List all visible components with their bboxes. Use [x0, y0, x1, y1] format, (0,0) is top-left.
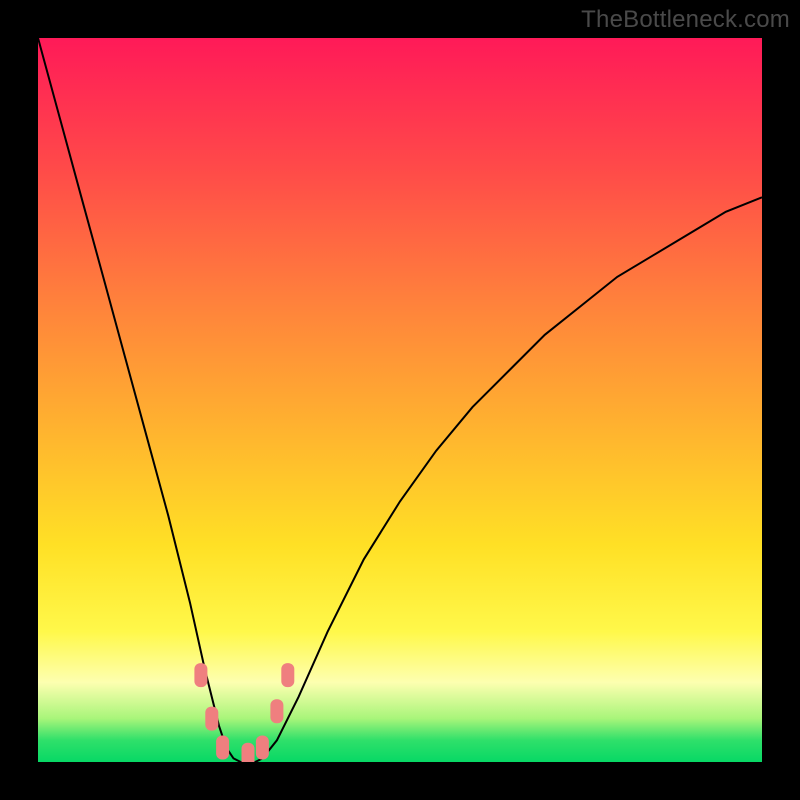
curve-overlay: [38, 38, 762, 762]
trough-marker: [242, 743, 255, 762]
trough-marker: [256, 736, 269, 760]
chart-frame: TheBottleneck.com: [0, 0, 800, 800]
bottleneck-curve: [38, 38, 762, 762]
trough-marker: [216, 736, 229, 760]
trough-marker: [194, 663, 207, 687]
trough-marker: [270, 699, 283, 723]
trough-markers: [194, 663, 294, 762]
trough-marker: [281, 663, 294, 687]
watermark-text: TheBottleneck.com: [581, 6, 790, 34]
trough-marker: [205, 707, 218, 731]
gradient-plot-area: [38, 38, 762, 762]
